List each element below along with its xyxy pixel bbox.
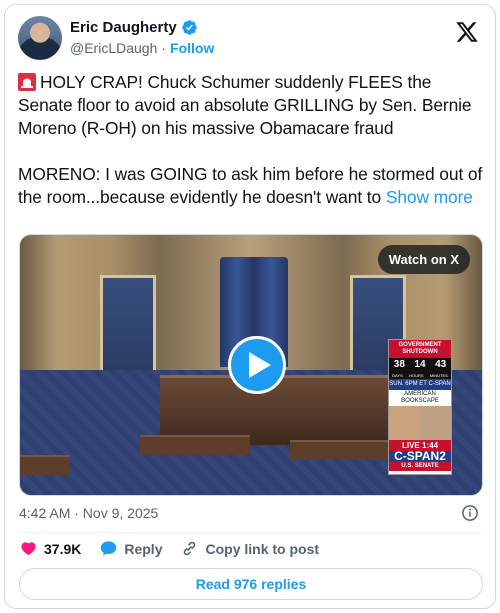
video-scene-panel bbox=[100, 275, 156, 375]
cspan-overlay: GOVERNMENT SHUTDOWN 38 14 43 DAYS HOURS … bbox=[388, 339, 452, 475]
copy-link-button[interactable]: Copy link to post bbox=[180, 539, 319, 558]
tweet-paragraph-2: MORENO: I was GOING to ask him before he… bbox=[18, 163, 488, 209]
handle-row: @EricLDaugh · Follow bbox=[70, 40, 214, 56]
author-handle[interactable]: @EricLDaugh bbox=[70, 40, 157, 56]
overlay-timer-labels: DAYS HOURS MINUTES bbox=[389, 372, 451, 379]
overlay-hours-label: HOURS bbox=[409, 373, 424, 378]
overlay-brand: C-SPAN2 bbox=[389, 450, 451, 462]
link-icon bbox=[184, 541, 196, 556]
siren-icon bbox=[18, 73, 36, 91]
reply-label: Reply bbox=[124, 540, 163, 557]
copy-link-label: Copy link to post bbox=[205, 540, 320, 557]
footer-divider bbox=[18, 532, 482, 533]
overlay-program: AMERICAN BOOKSCAPE bbox=[401, 391, 439, 404]
overlay-minutes: 43 bbox=[435, 359, 447, 370]
info-icon[interactable] bbox=[461, 504, 479, 522]
play-button[interactable] bbox=[228, 336, 286, 394]
reply-icon bbox=[101, 541, 117, 556]
video-scene-desk bbox=[140, 435, 250, 455]
tweet-paragraph-1-text: HOLY CRAP! Chuck Schumer suddenly FLEES … bbox=[18, 72, 472, 138]
video-scene-desk bbox=[290, 440, 390, 460]
show-more-link[interactable]: Show more bbox=[386, 187, 473, 207]
heart-icon bbox=[21, 542, 36, 556]
overlay-minutes-label: MINUTES bbox=[429, 373, 448, 378]
read-replies-button[interactable]: Read 976 replies bbox=[19, 568, 483, 600]
tweet-timestamp[interactable]: 4:42 AM · Nov 9, 2025 bbox=[19, 505, 158, 521]
overlay-days-label: DAYS bbox=[392, 373, 403, 378]
watch-on-x-button[interactable]: Watch on X bbox=[377, 245, 470, 274]
like-count: 37.9K bbox=[44, 540, 82, 557]
author-name-row: Eric Daugherty bbox=[70, 19, 198, 36]
overlay-hours: 14 bbox=[414, 359, 426, 370]
tweet-paragraph-1: HOLY CRAP! Chuck Schumer suddenly FLEES … bbox=[18, 71, 488, 140]
overlay-faces-image bbox=[389, 406, 451, 440]
author-avatar[interactable] bbox=[18, 16, 62, 60]
overlay-label-government: GOVERNMENT bbox=[398, 342, 442, 348]
verified-badge-icon bbox=[181, 20, 197, 35]
overlay-sub: U.S. SENATE bbox=[389, 462, 451, 471]
tweet-header: Eric Daugherty @EricLDaugh · Follow bbox=[18, 16, 483, 62]
overlay-days: 38 bbox=[393, 359, 405, 370]
author-name[interactable]: Eric Daugherty bbox=[70, 19, 177, 36]
overlay-schedule: SUN. 6PM ET C-SPAN bbox=[389, 379, 451, 390]
separator-dot: · bbox=[161, 40, 167, 56]
overlay-label-shutdown: SHUTDOWN bbox=[402, 349, 438, 355]
tweet-text: HOLY CRAP! Chuck Schumer suddenly FLEES … bbox=[18, 71, 488, 209]
video-player[interactable]: Watch on X GOVERNMENT SHUTDOWN 38 14 43 … bbox=[19, 234, 483, 496]
like-button[interactable]: 37.9K bbox=[19, 539, 81, 558]
tweet-card: Eric Daugherty @EricLDaugh · Follow HOLY… bbox=[4, 4, 496, 609]
reply-button[interactable]: Reply bbox=[99, 539, 162, 558]
video-scene-desk bbox=[20, 455, 70, 475]
action-bar: 37.9K Reply Copy link to post bbox=[19, 539, 319, 558]
follow-button[interactable]: Follow bbox=[170, 40, 214, 56]
play-icon bbox=[248, 352, 271, 378]
x-logo-icon[interactable] bbox=[455, 20, 479, 44]
overlay-timer: 38 14 43 bbox=[389, 358, 451, 372]
overlay-shutdown-label: GOVERNMENT SHUTDOWN bbox=[389, 340, 451, 358]
